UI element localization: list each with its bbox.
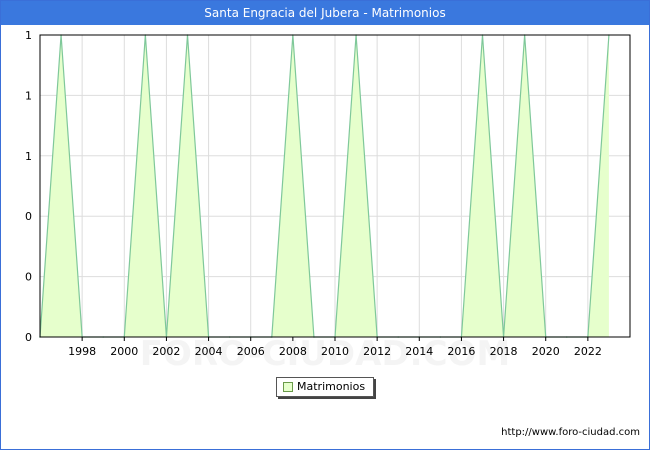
x-tick-label: 2022 (574, 345, 602, 358)
y-tick-label: 0 (25, 210, 32, 223)
x-tick-label: 2020 (532, 345, 560, 358)
x-tick-label: 2000 (110, 345, 138, 358)
x-tick-label: 2016 (447, 345, 475, 358)
x-tick-label: 2008 (279, 345, 307, 358)
y-tick-label: 1 (25, 150, 32, 163)
x-tick-label: 2006 (237, 345, 265, 358)
x-tick-label: 2012 (363, 345, 391, 358)
legend-swatch (283, 382, 293, 392)
source-url[interactable]: http://www.foro-ciudad.com (501, 427, 640, 438)
x-tick-label: 2018 (490, 345, 518, 358)
y-tick-label: 1 (25, 29, 32, 42)
legend: Matrimonios (276, 377, 374, 397)
x-tick-label: 2014 (405, 345, 433, 358)
y-tick-label: 0 (25, 271, 32, 284)
legend-label: Matrimonios (297, 380, 366, 393)
x-tick-label: 2002 (152, 345, 180, 358)
y-tick-label: 0 (25, 331, 32, 344)
x-tick-label: 2004 (195, 345, 223, 358)
x-tick-label: 1998 (68, 345, 96, 358)
x-tick-label: 2010 (321, 345, 349, 358)
y-tick-label: 1 (25, 89, 32, 102)
